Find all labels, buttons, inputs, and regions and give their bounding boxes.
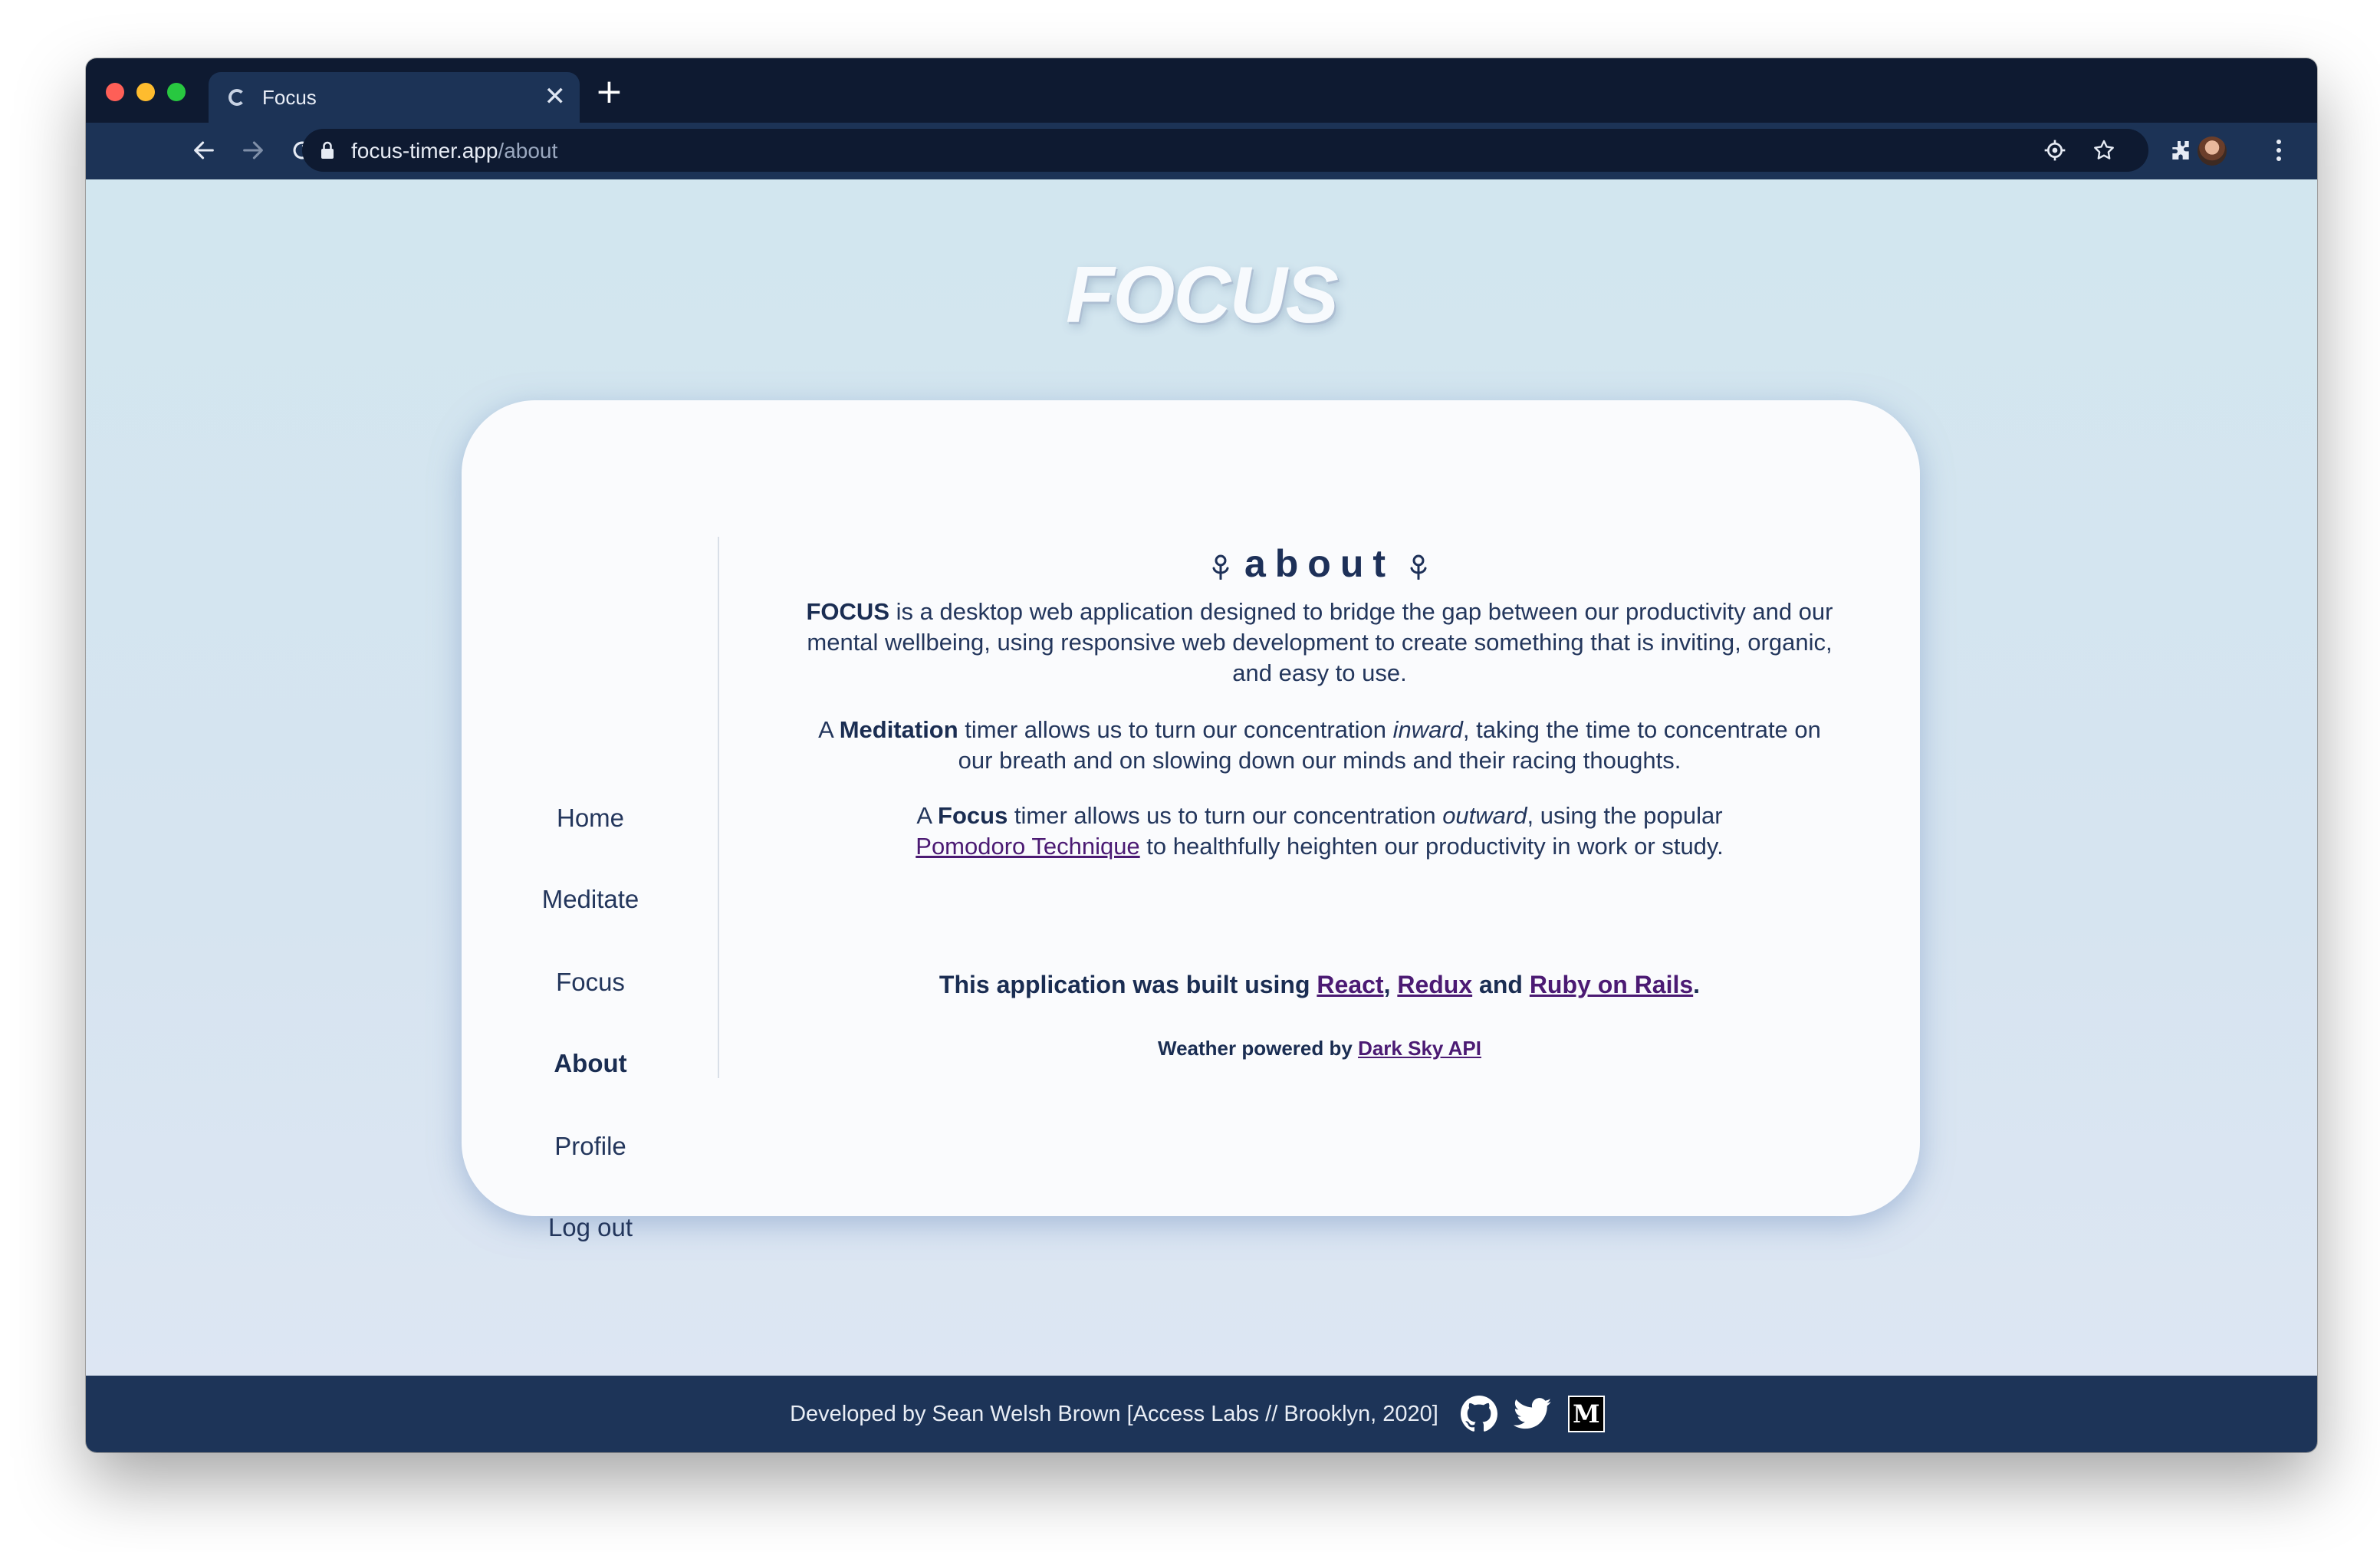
main-card: Home Meditate Focus About Profile Log ou…	[462, 400, 1920, 1241]
weather-credit: Weather powered by Dark Sky API	[719, 1037, 1920, 1060]
zoom-window-button[interactable]	[167, 83, 186, 101]
p2-italic: inward	[1392, 716, 1463, 743]
dark-sky-link[interactable]: Dark Sky API	[1358, 1037, 1481, 1060]
tab-title: Focus	[262, 86, 317, 109]
p3-italic: outward	[1442, 802, 1527, 829]
profile-avatar[interactable]	[2198, 136, 2227, 166]
about-content: about FOCUS is a desktop web application…	[719, 400, 1920, 1216]
tab-focus[interactable]: Focus ✕	[209, 72, 580, 123]
nav-about[interactable]: About	[462, 1049, 719, 1078]
pomodoro-link[interactable]: Pomodoro Technique	[916, 833, 1139, 860]
built-sep2: and	[1472, 971, 1530, 998]
bookmark-star-icon[interactable]	[2086, 132, 2122, 169]
menu-kebab-icon[interactable]	[2260, 132, 2297, 169]
p3-bold: Focus	[938, 802, 1008, 829]
about-paragraph-focus: FOCUS is a desktop web application desig…	[804, 597, 1836, 689]
location-icon[interactable]	[2036, 132, 2073, 169]
browser-window: Focus ✕ + focus-timer.app/about FOCUS Ho…	[86, 58, 2317, 1452]
nav-focus[interactable]: Focus	[462, 968, 719, 997]
sprout-icon	[1209, 544, 1232, 589]
browser-toolbar: focus-timer.app/about	[86, 123, 2317, 179]
rails-link[interactable]: Ruby on Rails	[1530, 971, 1693, 998]
built-sep1: ,	[1383, 971, 1398, 998]
url-text: focus-timer.app/about	[351, 139, 557, 163]
loading-icon	[228, 89, 245, 106]
minimize-window-button[interactable]	[136, 83, 155, 101]
nav-profile[interactable]: Profile	[462, 1132, 719, 1161]
about-heading-text: about	[1244, 542, 1395, 585]
weather-pre: Weather powered by	[1158, 1037, 1359, 1060]
medium-glyph: M	[1567, 1396, 1605, 1432]
footer-credit: Developed by Sean Welsh Brown [Access La…	[790, 1401, 1438, 1426]
side-nav: Home Meditate Focus About Profile Log ou…	[462, 400, 719, 1241]
nav-meditate[interactable]: Meditate	[462, 885, 719, 914]
nav-logout[interactable]: Log out	[462, 1213, 719, 1242]
sprout-icon	[1407, 544, 1430, 589]
p2-mid: timer allows us to turn our concentratio…	[958, 716, 1393, 743]
lock-icon	[321, 141, 334, 163]
footer: Developed by Sean Welsh Brown [Access La…	[86, 1376, 2317, 1452]
p1-text: is a desktop web application designed to…	[807, 598, 1833, 686]
close-window-button[interactable]	[106, 83, 124, 101]
p3-mid: timer allows us to turn our concentratio…	[1008, 802, 1443, 829]
about-heading: about	[719, 541, 1920, 589]
extensions-icon[interactable]	[2162, 132, 2199, 169]
url-path: /about	[498, 139, 558, 163]
github-icon[interactable]	[1460, 1395, 1498, 1433]
react-link[interactable]: React	[1317, 971, 1383, 998]
twitter-icon[interactable]	[1513, 1395, 1552, 1433]
p3-mid2: , using the popular	[1527, 802, 1723, 829]
p3-pre: A	[916, 802, 939, 829]
page-viewport: FOCUS Home Meditate Focus About Profile …	[86, 179, 2317, 1376]
about-paragraph-meditation: A Meditation timer allows us to turn our…	[804, 715, 1836, 776]
forward-icon[interactable]	[235, 132, 271, 169]
nav-home[interactable]: Home	[462, 804, 719, 833]
url-domain: focus-timer.app	[351, 139, 498, 163]
brand-title: FOCUS	[1066, 251, 1339, 340]
redux-link[interactable]: Redux	[1397, 971, 1472, 998]
p2-pre: A	[818, 716, 840, 743]
p2-bold: Meditation	[839, 716, 958, 743]
built-end: .	[1693, 971, 1701, 998]
medium-icon[interactable]: M	[1567, 1395, 1606, 1433]
built-pre: This application was built using	[939, 971, 1317, 998]
new-tab-button[interactable]: +	[595, 75, 623, 109]
built-with-line: This application was built using React, …	[719, 971, 1920, 999]
tab-close-icon[interactable]: ✕	[544, 81, 567, 112]
address-bar[interactable]: focus-timer.app/about	[302, 129, 2148, 172]
p3-post: to healthfully heighten our productivity…	[1139, 833, 1724, 860]
tab-strip: Focus ✕ +	[86, 58, 2317, 123]
back-icon[interactable]	[186, 132, 222, 169]
about-paragraph-timer: A Focus timer allows us to turn our conc…	[804, 801, 1836, 862]
app-name: FOCUS	[806, 598, 890, 625]
